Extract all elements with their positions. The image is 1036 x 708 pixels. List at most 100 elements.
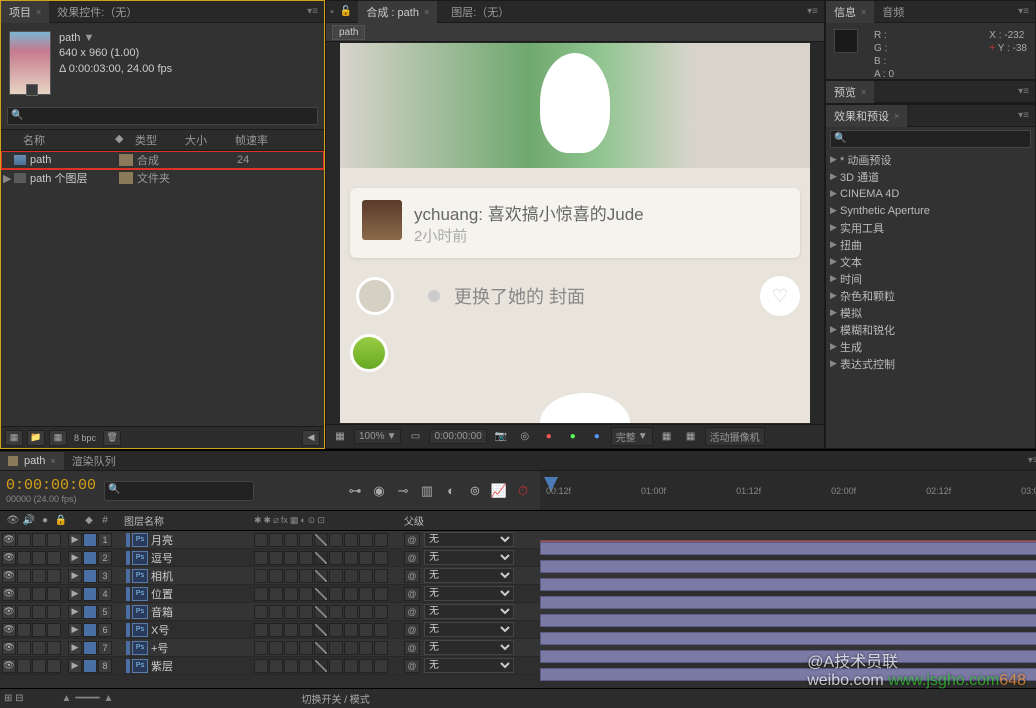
- label-color[interactable]: [83, 551, 97, 565]
- auto-keyframe-icon[interactable]: ⏱: [512, 480, 534, 502]
- effects-search-input[interactable]: [830, 130, 1031, 148]
- channel-icon[interactable]: ●: [539, 428, 559, 446]
- composition-tab[interactable]: 合成 : path×: [358, 1, 437, 23]
- effects-category[interactable]: ▶杂色和颗粒: [826, 287, 1035, 304]
- layer-name[interactable]: +号: [151, 640, 239, 656]
- quality-switch[interactable]: [314, 605, 328, 619]
- expand-icon[interactable]: ▶: [830, 171, 840, 182]
- parent-dropdown[interactable]: 无: [424, 568, 514, 583]
- audio-toggle[interactable]: [17, 587, 31, 601]
- parent-header[interactable]: 父级: [404, 513, 540, 528]
- solo-toggle[interactable]: [32, 605, 46, 619]
- lock-toggle[interactable]: [47, 641, 61, 655]
- timeline-search-input[interactable]: [104, 481, 254, 501]
- label-color[interactable]: [83, 605, 97, 619]
- effects-category[interactable]: ▶表达式控制: [826, 355, 1035, 372]
- label-color[interactable]: [119, 154, 133, 166]
- label-color[interactable]: [83, 533, 97, 547]
- layer-name[interactable]: 相机: [151, 568, 239, 584]
- label-color[interactable]: [119, 172, 133, 184]
- effects-category[interactable]: ▶3D 通道: [826, 168, 1035, 185]
- expand-icon[interactable]: ▶: [3, 172, 13, 185]
- layer-name-header[interactable]: 图层名称: [124, 513, 254, 528]
- frame-blend-icon[interactable]: ▥: [416, 480, 438, 502]
- visibility-toggle[interactable]: 👁: [2, 587, 16, 601]
- layer-duration-bar[interactable]: [540, 578, 1036, 591]
- brainstorm-icon[interactable]: ⊚: [464, 480, 486, 502]
- parent-pickwhip-icon[interactable]: @: [404, 623, 420, 637]
- render-queue-tab[interactable]: 渲染队列: [64, 450, 124, 472]
- audio-toggle[interactable]: [17, 623, 31, 637]
- camera-dropdown[interactable]: 活动摄像机: [705, 427, 765, 446]
- expand-icon[interactable]: ▶: [830, 324, 840, 335]
- layer-name[interactable]: 音箱: [151, 604, 239, 620]
- solo-toggle[interactable]: [32, 533, 46, 547]
- zoom-out-icon[interactable]: ▲: [62, 693, 72, 704]
- new-comp-button[interactable]: ▦: [49, 430, 67, 446]
- quality-switch[interactable]: [314, 551, 328, 565]
- expand-icon[interactable]: ▶: [68, 641, 82, 655]
- close-icon[interactable]: ×: [424, 7, 429, 17]
- parent-pickwhip-icon[interactable]: @: [404, 569, 420, 583]
- panel-grip-icon[interactable]: ▪: [330, 6, 334, 18]
- panel-menu-icon[interactable]: ▾≡: [1012, 86, 1035, 97]
- panel-menu-icon[interactable]: ▾≡: [1022, 455, 1036, 466]
- expand-icon[interactable]: ▶: [68, 605, 82, 619]
- audio-toggle[interactable]: [17, 659, 31, 673]
- current-timecode[interactable]: 0:00:00:00: [6, 477, 96, 494]
- dropdown-icon[interactable]: ▼: [83, 32, 94, 44]
- expand-icon[interactable]: ▶: [68, 587, 82, 601]
- solo-toggle[interactable]: [32, 623, 46, 637]
- toggle-mask-icon[interactable]: ▦: [681, 428, 701, 446]
- quality-switch[interactable]: [314, 659, 328, 673]
- lock-icon[interactable]: 🔓: [340, 6, 352, 17]
- solo-toggle[interactable]: [32, 641, 46, 655]
- effects-category[interactable]: ▶Synthetic Aperture: [826, 202, 1035, 219]
- audio-toggle[interactable]: [17, 605, 31, 619]
- eye-column-icon[interactable]: 👁: [6, 515, 20, 526]
- layer-name[interactable]: X号: [151, 622, 239, 638]
- zoom-dropdown[interactable]: 100% ▼: [354, 429, 401, 444]
- expand-icon[interactable]: ▶: [68, 623, 82, 637]
- lock-toggle[interactable]: [47, 569, 61, 583]
- region-icon[interactable]: ◎: [515, 428, 535, 446]
- layer-name[interactable]: 月亮: [151, 532, 239, 548]
- panel-menu-icon[interactable]: ▾≡: [1012, 110, 1035, 121]
- layer-name[interactable]: 紫层: [151, 658, 239, 674]
- visibility-toggle[interactable]: 👁: [2, 659, 16, 673]
- timeline-layer-row[interactable]: 👁▶1Ps月亮@无: [0, 531, 1036, 549]
- zoom-in-icon[interactable]: ▲: [104, 693, 114, 704]
- lock-toggle[interactable]: [47, 659, 61, 673]
- panel-menu-icon[interactable]: ▾≡: [801, 6, 824, 17]
- effects-category[interactable]: ▶生成: [826, 338, 1035, 355]
- layer-name[interactable]: 位置: [151, 586, 239, 602]
- scroll-left-icon[interactable]: ◀: [302, 430, 320, 446]
- layer-tab[interactable]: 图层:（无）: [443, 1, 517, 23]
- draft-3d-icon[interactable]: ◉: [368, 480, 390, 502]
- layer-duration-bar[interactable]: [540, 560, 1036, 573]
- quality-switch[interactable]: [314, 641, 328, 655]
- expand-icon[interactable]: ▶: [830, 239, 840, 250]
- lock-toggle[interactable]: [47, 551, 61, 565]
- panel-menu-icon[interactable]: ▾≡: [301, 6, 324, 17]
- effects-category[interactable]: ▶文本: [826, 253, 1035, 270]
- expand-icon[interactable]: ▶: [830, 358, 840, 369]
- timecode-display[interactable]: 0:00:00:00: [429, 429, 486, 444]
- lock-toggle[interactable]: [47, 587, 61, 601]
- parent-pickwhip-icon[interactable]: @: [404, 551, 420, 565]
- audio-toggle[interactable]: [17, 569, 31, 583]
- visibility-toggle[interactable]: 👁: [2, 605, 16, 619]
- solo-toggle[interactable]: [32, 659, 46, 673]
- new-folder-button[interactable]: 📁: [27, 430, 45, 446]
- info-tab[interactable]: 信息×: [826, 1, 874, 23]
- layer-duration-bar[interactable]: [540, 650, 1036, 663]
- layer-duration-bar[interactable]: [540, 632, 1036, 645]
- speaker-column-icon[interactable]: 🔊: [22, 515, 36, 526]
- motion-blur-icon[interactable]: ◐: [440, 480, 462, 502]
- effect-controls-tab[interactable]: 效果控件:（无）: [49, 1, 145, 23]
- expand-icon[interactable]: ▶: [830, 205, 840, 216]
- parent-pickwhip-icon[interactable]: @: [404, 587, 420, 601]
- audio-toggle[interactable]: [17, 533, 31, 547]
- parent-dropdown[interactable]: 无: [424, 640, 514, 655]
- visibility-toggle[interactable]: 👁: [2, 533, 16, 547]
